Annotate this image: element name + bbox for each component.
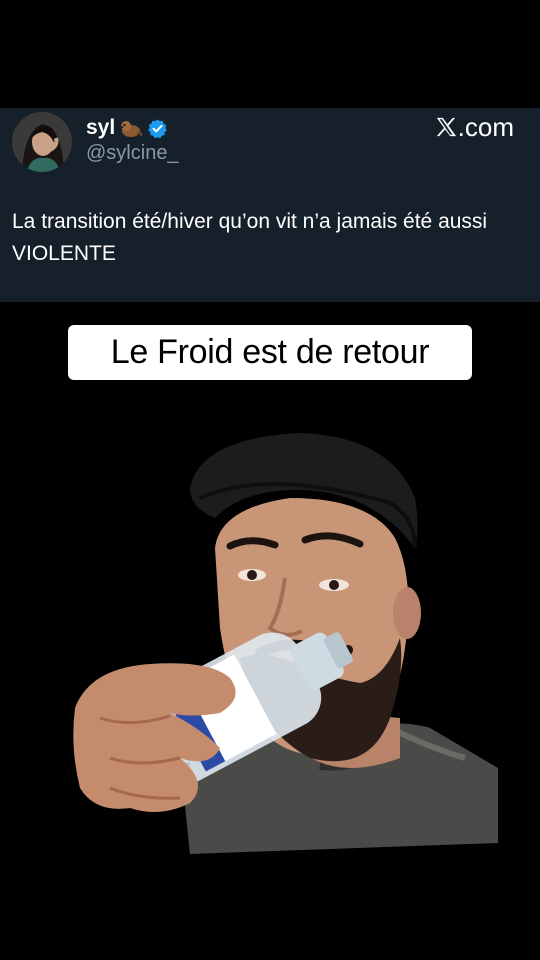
tweet-card: syl @sylcine_ .com La transition été/hiv… (0, 108, 540, 302)
caption-label: Le Froid est de retour (68, 325, 472, 380)
name-row: syl (86, 116, 168, 140)
user-handle[interactable]: @sylcine_ (86, 142, 179, 164)
reel-frame: syl @sylcine_ .com La transition été/hiv… (0, 0, 540, 960)
display-name[interactable]: syl (86, 116, 115, 140)
person-drinking-water-bottle-icon (73, 433, 498, 854)
x-brand: .com (435, 112, 514, 142)
tweet-text: La transition été/hiver qu’on vit n’a ja… (12, 210, 488, 265)
caption-text: Le Froid est de retour (110, 333, 430, 371)
x-logo-icon (436, 117, 456, 137)
video-frame[interactable] (70, 428, 500, 854)
brand-domain-text: .com (457, 112, 514, 142)
otter-emoji-icon (120, 121, 143, 137)
verified-badge-icon (148, 118, 167, 138)
avatar[interactable] (12, 112, 72, 172)
